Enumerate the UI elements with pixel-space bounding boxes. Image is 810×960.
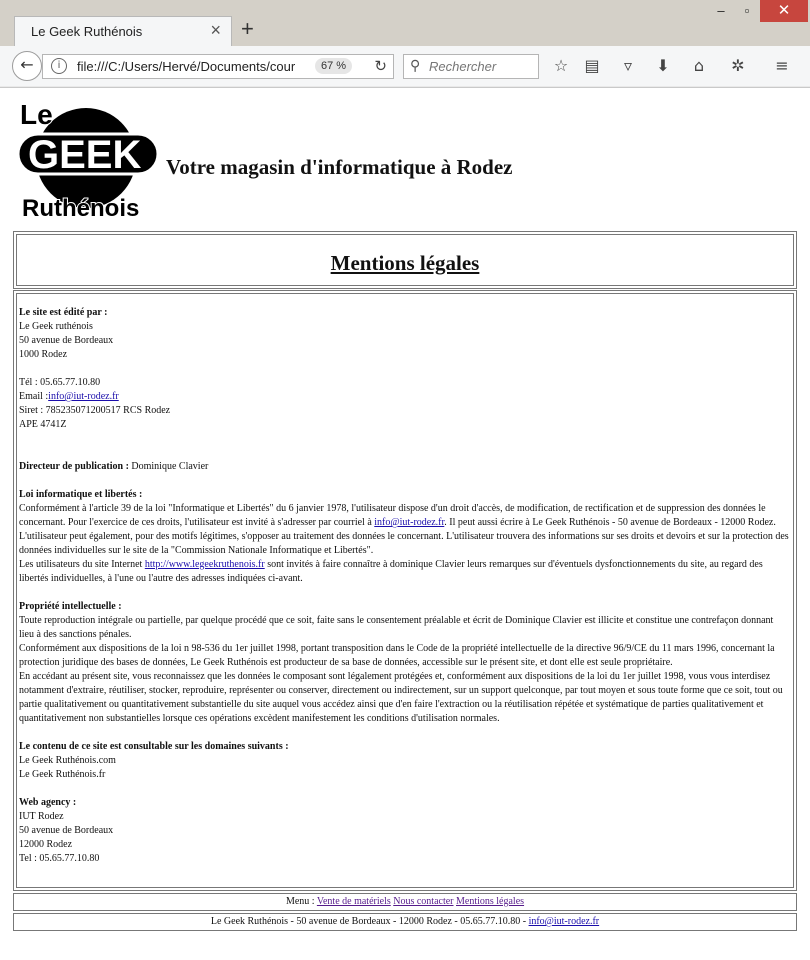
editor-city: 1000 Rodez (19, 349, 68, 360)
agency-name: IUT Rodez (19, 811, 64, 822)
pocket-icon[interactable]: ▿ (616, 54, 640, 78)
cnil-paragraph-3: Les utilisateurs du site Internet http:/… (19, 558, 789, 586)
new-tab-icon[interactable]: + (241, 16, 254, 42)
cnil-paragraph-2: L'utilisateur peut également, pour des m… (19, 531, 789, 556)
menu-label: Menu : (285, 896, 317, 907)
web-page: Le GEEK Ruthénois Votre magasin d'inform… (0, 88, 810, 960)
website-link[interactable]: http://www.legeekruthenois.fr (145, 559, 265, 570)
close-window-icon[interactable]: ✕ (760, 0, 808, 22)
agency-heading: Web agency : (19, 797, 77, 808)
agency-tel: Tel : 05.65.77.10.80 (19, 853, 100, 864)
editor-street: 50 avenue de Bordeaux (19, 335, 114, 346)
agency-street: 50 avenue de Bordeaux (19, 825, 114, 836)
bookmark-star-icon[interactable]: ☆ (549, 54, 573, 78)
logo-text-le: Le (20, 99, 53, 130)
email-label: Email : (19, 391, 49, 402)
home-icon[interactable]: ⌂ (687, 54, 711, 78)
menu-link-mentions[interactable]: Mentions légales (456, 896, 524, 907)
content-table: Le site est édité par : Le Geek ruthénoi… (13, 290, 797, 891)
director-heading: Directeur de publication : (19, 461, 129, 472)
reading-list-icon[interactable]: ▤ (580, 54, 604, 78)
page-title: Mentions légales (330, 251, 480, 275)
agency-city: 12000 Rodez (19, 839, 73, 850)
footer-email-link[interactable]: info@iut-rodez.fr (529, 916, 600, 927)
download-icon[interactable]: ⬇ (651, 54, 675, 78)
reload-icon[interactable]: ↻ (374, 57, 387, 75)
cnil-heading: Loi informatique et libertés : (19, 489, 143, 500)
editor-tel: Tél : 05.65.77.10.80 (19, 377, 101, 388)
footer-text: Le Geek Ruthénois - 50 avenue de Bordeau… (210, 916, 529, 927)
menu-link-vente[interactable]: Vente de matériels (317, 896, 391, 907)
browser-tab[interactable]: Le Geek Ruthénois × (14, 16, 232, 46)
ip-heading: Propriété intellectuelle : (19, 601, 122, 612)
site-headline: Votre magasin d'informatique à Rodez (166, 155, 513, 179)
menu-link-contact[interactable]: Nous contacter (393, 896, 453, 907)
editor-email-link[interactable]: info@iut-rodez.fr (48, 391, 119, 402)
browser-chrome: Le Geek Ruthénois × + – ▫ ✕ ← i file:///… (0, 0, 810, 88)
back-arrow-icon[interactable]: ← (12, 51, 42, 81)
ip-paragraph-3: En accédant au présent site, vous reconn… (19, 671, 783, 724)
cnil-text-1b: . Il peut aussi écrire à Le Geek Ruthéno… (444, 517, 776, 528)
url-text[interactable]: file:///C:/Users/Hervé/Documents/cours (77, 59, 295, 74)
legal-content: Le site est édité par : Le Geek ruthénoi… (19, 306, 789, 866)
editor-siret: Siret : 785235071200517 RCS Rodez (19, 405, 171, 416)
site-info-icon[interactable]: i (51, 58, 67, 74)
domain-fr: Le Geek Ruthénois.fr (19, 769, 106, 780)
domains-heading: Le contenu de ce site est consultable su… (19, 741, 289, 752)
minimize-icon[interactable]: – (708, 0, 734, 22)
cnil-paragraph-1: Conformément à l'article 39 de la loi "I… (19, 502, 789, 530)
menu-table: Menu : Vente de matériels Nous contacter… (13, 893, 797, 911)
menu-hamburger-icon[interactable]: ≡ (770, 54, 794, 78)
search-icon: ⚲ (410, 58, 421, 74)
title-bar: Le Geek Ruthénois × + – ▫ ✕ (0, 0, 810, 46)
close-tab-icon[interactable]: × (210, 20, 221, 41)
editor-email-line: Email :info@iut-rodez.fr (19, 390, 789, 404)
logo-text-geek: GEEK (28, 133, 141, 177)
tab-title: Le Geek Ruthénois (31, 24, 143, 39)
domain-com: Le Geek Ruthénois.com (19, 755, 116, 766)
site-footer: Le Geek Ruthénois - 50 avenue de Bordeau… (14, 915, 796, 929)
director-line: Directeur de publication : Dominique Cla… (19, 460, 789, 474)
editor-name: Le Geek ruthénois (19, 321, 93, 332)
logo-text-ruthenois: Ruthénois (22, 195, 139, 220)
navigation-bar: ← i file:///C:/Users/Hervé/Documents/cou… (0, 46, 810, 86)
title-table: Mentions légales (13, 231, 797, 289)
ip-paragraph-2: Conformément aux dispositions de la loi … (19, 643, 775, 668)
cnil-text-3a: Les utilisateurs du site Internet (19, 559, 145, 570)
cnil-email-link[interactable]: info@iut-rodez.fr (374, 517, 444, 528)
site-header: Le GEEK Ruthénois Votre magasin d'inform… (14, 96, 794, 220)
site-menu: Menu : Vente de matériels Nous contacter… (14, 895, 796, 909)
ip-paragraph-1: Toute reproduction intégrale ou partiell… (19, 615, 774, 640)
search-placeholder: Rechercher (429, 59, 497, 74)
search-input[interactable]: ⚲ Rechercher (403, 54, 539, 79)
editor-heading: Le site est édité par : (19, 307, 108, 318)
site-logo: Le GEEK Ruthénois (16, 98, 160, 220)
director-name: Dominique Clavier (128, 461, 209, 472)
extension-bug-icon[interactable]: ✲ (726, 54, 750, 78)
maximize-icon[interactable]: ▫ (734, 0, 760, 22)
zoom-indicator[interactable]: 67 % (315, 58, 353, 74)
editor-ape: APE 4741Z (19, 419, 67, 430)
footer-table: Le Geek Ruthénois - 50 avenue de Bordeau… (13, 913, 797, 931)
address-bar[interactable]: i file:///C:/Users/Hervé/Documents/cours… (42, 54, 394, 79)
